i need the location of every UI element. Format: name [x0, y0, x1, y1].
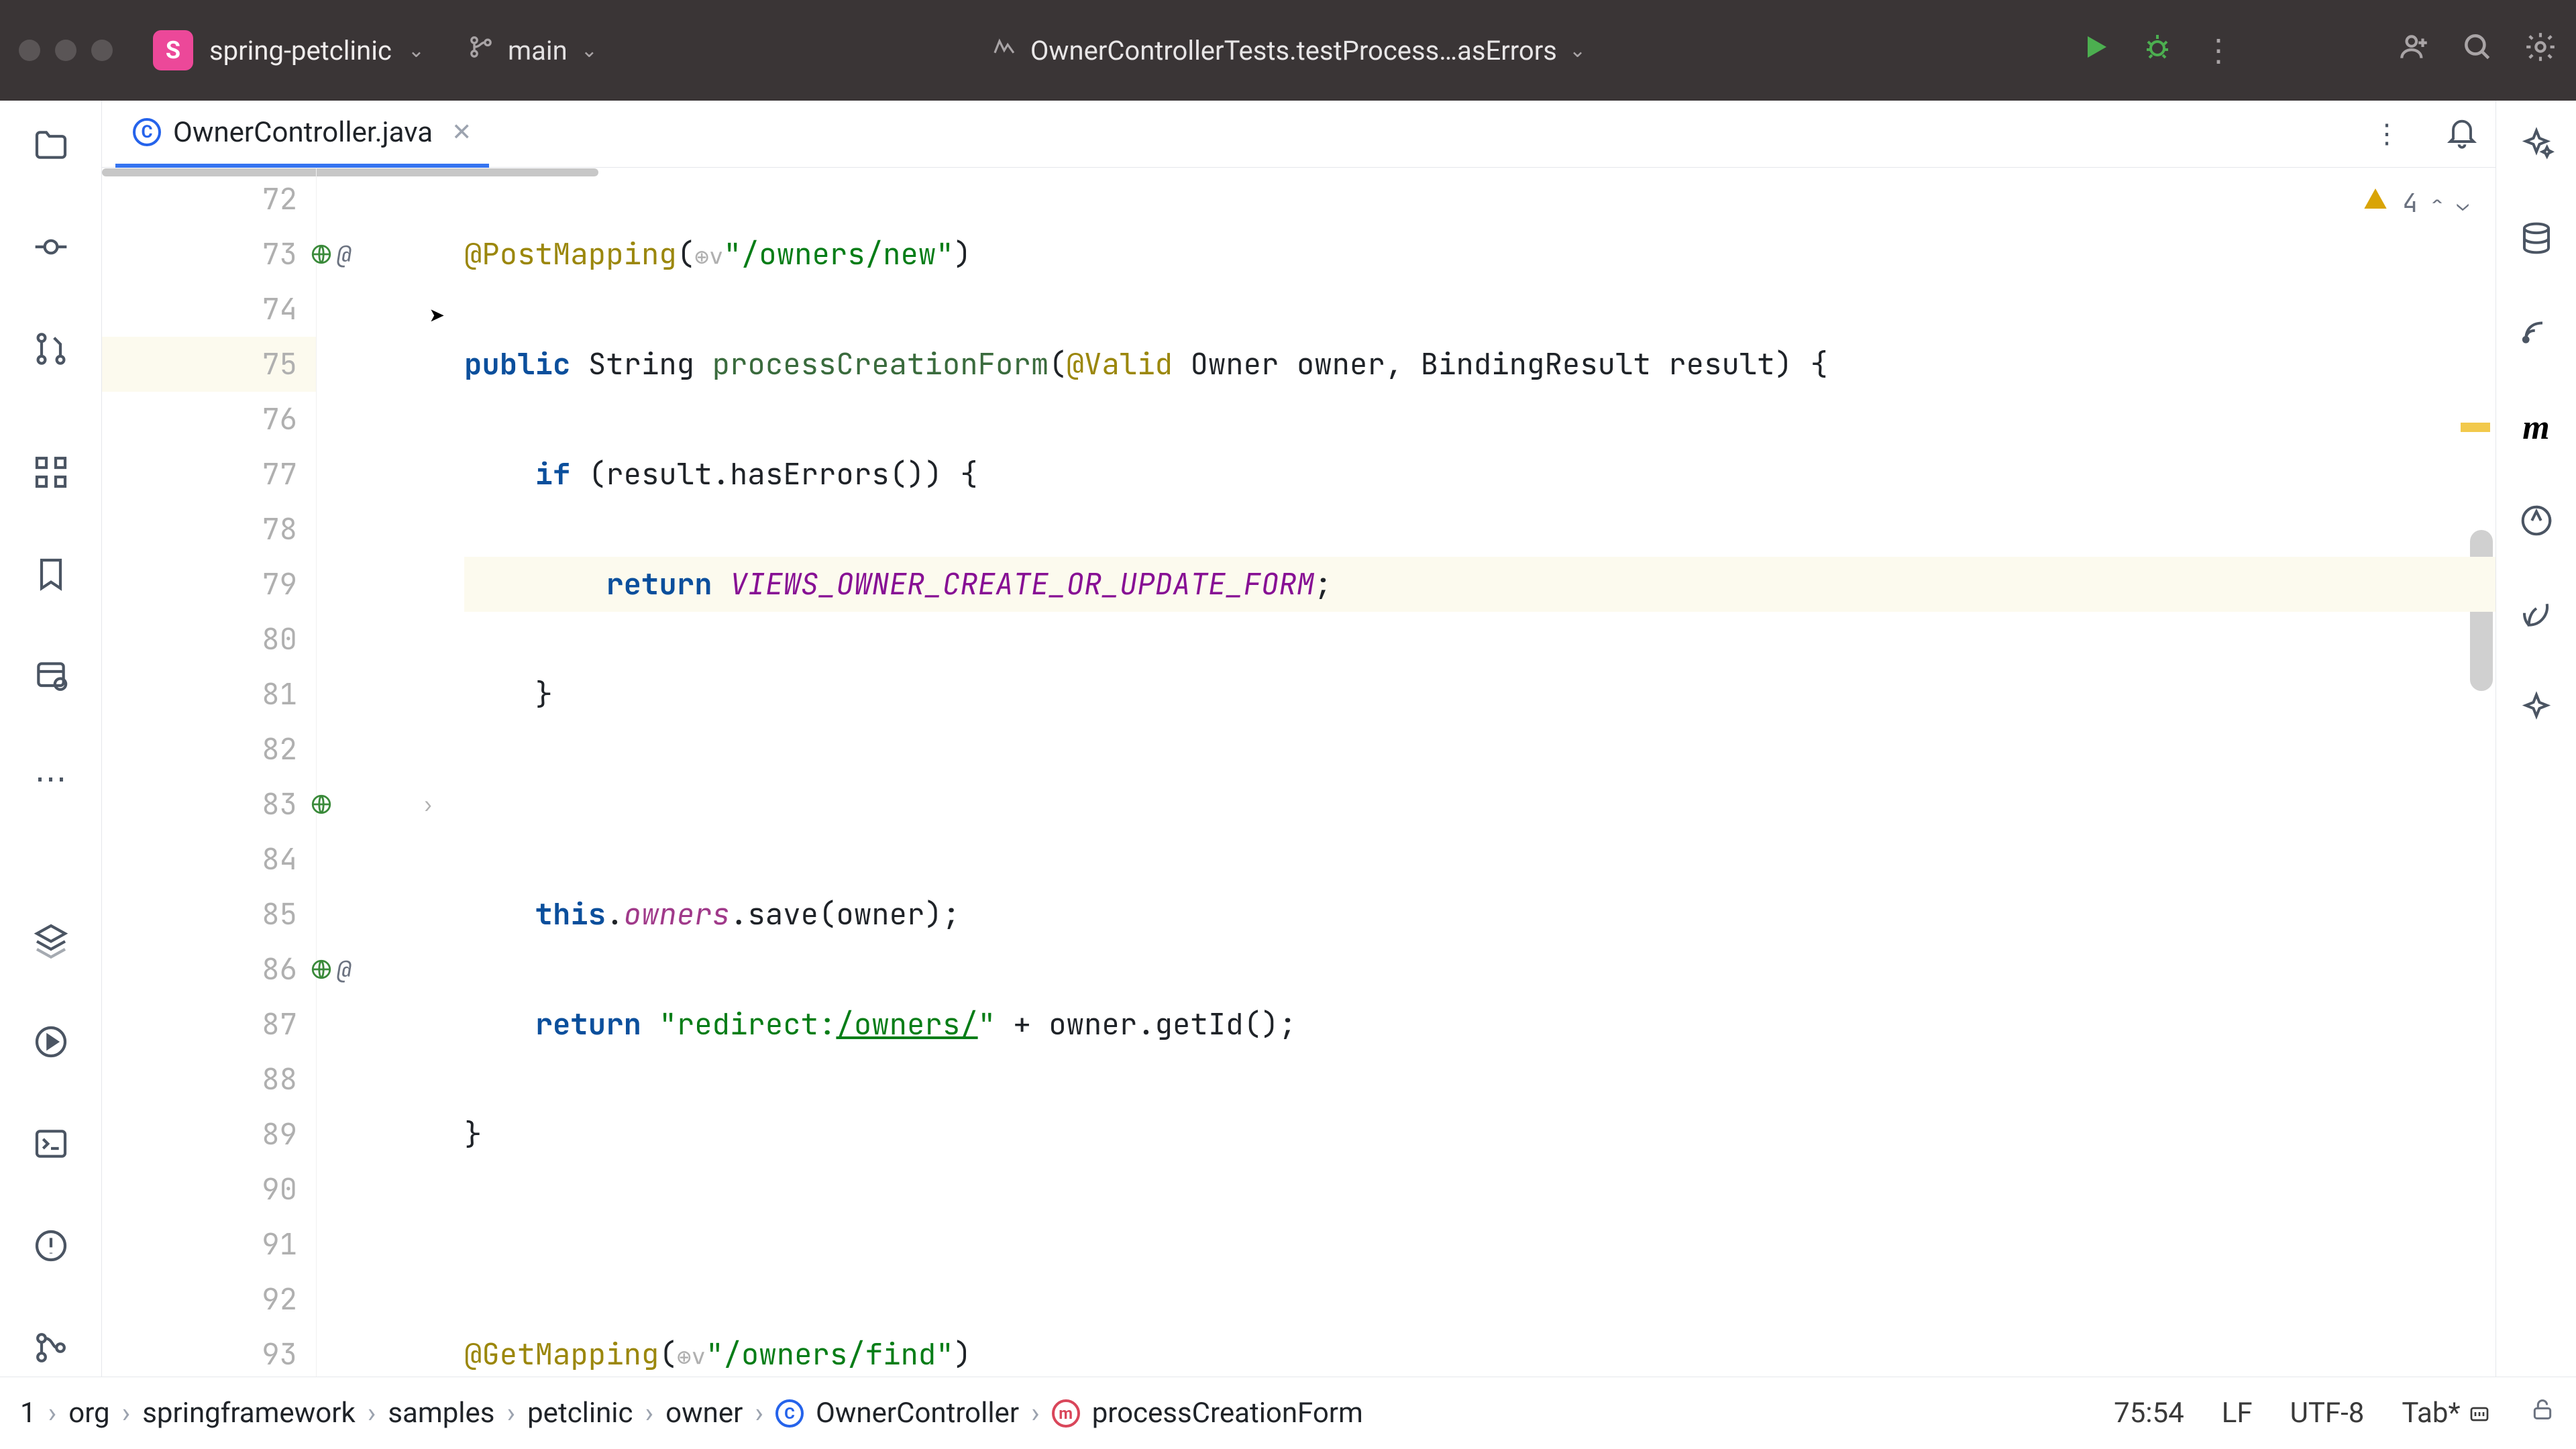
readonly-toggle-icon[interactable] — [2529, 1396, 2556, 1430]
java-class-icon: C — [133, 118, 161, 146]
status-right: 75:54 LF UTF-8 Tab* — [2114, 1396, 2556, 1430]
minimize-window-icon[interactable] — [55, 40, 76, 61]
spring-tool-icon[interactable] — [2518, 596, 2555, 635]
chevron-down-icon: ⌄ — [1569, 39, 1586, 62]
vcs-tool-icon[interactable] — [32, 1329, 70, 1369]
layers-tool-icon[interactable] — [32, 921, 70, 961]
debug-button[interactable] — [2141, 31, 2174, 70]
persistence-tool-icon[interactable] — [32, 657, 70, 698]
pull-requests-tool-icon[interactable] — [32, 330, 70, 370]
more-actions-button[interactable]: ⋮ — [2203, 32, 2234, 69]
java-class-icon: C — [775, 1399, 804, 1428]
editor-tab-row: C OwnerController.java ✕ ⋮ — [102, 101, 2496, 168]
run-config-name: OwnerControllerTests.testProcess…asError… — [1030, 35, 1557, 66]
database-tool-icon[interactable] — [2518, 220, 2555, 259]
branch-icon — [468, 34, 494, 67]
editor-gutter[interactable]: 72 73@ 74 75 76 77 78 79 80 81 82 83› 84… — [102, 168, 317, 1449]
tab-filename: OwnerController.java — [173, 116, 433, 149]
project-tool-icon[interactable] — [32, 126, 70, 166]
file-encoding[interactable]: UTF-8 — [2290, 1397, 2365, 1430]
breadcrumb-item[interactable]: petclinic — [527, 1397, 633, 1430]
terminal-tool-icon[interactable] — [32, 1125, 70, 1165]
run-config-icon — [990, 33, 1018, 68]
settings-button[interactable] — [2524, 30, 2557, 70]
commit-tool-icon[interactable] — [32, 228, 70, 268]
breadcrumb-item[interactable]: samples — [388, 1397, 494, 1430]
tab-more-icon[interactable]: ⋮ — [2373, 118, 2402, 150]
titlebar-right-actions: ⋮ — [2080, 30, 2557, 70]
close-window-icon[interactable] — [19, 40, 40, 61]
java-method-icon: m — [1052, 1399, 1080, 1428]
code-area[interactable]: @PostMapping(⊕∨"/owners/new") public Str… — [317, 168, 2496, 1449]
problems-tool-icon[interactable] — [32, 1227, 70, 1267]
run-button[interactable] — [2080, 31, 2112, 70]
breadcrumb-item[interactable]: processCreationForm — [1092, 1397, 1363, 1430]
project-selector[interactable]: S spring-petclinic ⌄ — [153, 30, 425, 70]
code-with-me-button[interactable] — [2398, 30, 2431, 70]
more-tools-icon[interactable]: ⋯ — [35, 759, 67, 798]
run-tool-icon[interactable] — [32, 1023, 70, 1063]
line-separator[interactable]: LF — [2222, 1397, 2253, 1430]
endpoints-tool-icon[interactable] — [2518, 314, 2555, 353]
breadcrumb-item[interactable]: 1 — [20, 1397, 36, 1430]
indent-settings[interactable]: Tab* — [2402, 1397, 2491, 1430]
zoom-window-icon[interactable] — [91, 40, 113, 61]
breadcrumb-item[interactable]: org — [68, 1397, 109, 1430]
code-editor[interactable]: 4 ⌃ ⌄ 72 73@ 74 75 76 77 78 79 80 81 82 … — [102, 168, 2496, 1449]
workspace: ⋯ C OwnerController.java ✕ ⋮ — [0, 101, 2576, 1449]
notifications-icon[interactable] — [2445, 115, 2479, 153]
breadcrumb-item[interactable]: owner — [665, 1397, 743, 1430]
breadcrumb-item[interactable]: springframework — [142, 1397, 355, 1430]
project-name: spring-petclinic — [209, 35, 392, 66]
ai-chat-tool-icon[interactable] — [2518, 690, 2555, 729]
window-controls — [19, 40, 113, 61]
branch-name: main — [508, 35, 568, 66]
breadcrumb-bar[interactable]: 1› org› springframework› samples› petcli… — [20, 1397, 1363, 1430]
title-bar: S spring-petclinic ⌄ main ⌄ OwnerControl… — [0, 0, 2576, 101]
breadcrumb-item[interactable]: OwnerController — [816, 1397, 1019, 1430]
run-config-selector[interactable]: OwnerControllerTests.testProcess…asError… — [990, 33, 1586, 68]
ai-assistant-icon[interactable] — [2518, 126, 2555, 165]
vcs-branch-selector[interactable]: main ⌄ — [468, 34, 598, 67]
editor-column: C OwnerController.java ✕ ⋮ 4 ⌃ ⌄ — [102, 101, 2496, 1449]
chevron-down-icon: ⌄ — [408, 39, 425, 62]
structure-tool-icon[interactable] — [32, 453, 70, 494]
chevron-down-icon: ⌄ — [581, 39, 598, 62]
search-everywhere-button[interactable] — [2461, 30, 2494, 70]
close-tab-icon[interactable]: ✕ — [451, 118, 472, 146]
status-bar: 1› org› springframework› samples› petcli… — [0, 1377, 2576, 1449]
caret-position[interactable]: 75:54 — [2114, 1397, 2184, 1430]
editor-tab[interactable]: C OwnerController.java ✕ — [115, 101, 489, 168]
maven-tool-icon[interactable]: m — [2522, 408, 2549, 447]
right-tool-strip: m — [2496, 101, 2576, 1449]
left-tool-strip: ⋯ — [0, 101, 102, 1449]
bookmarks-tool-icon[interactable] — [32, 555, 70, 596]
coverage-tool-icon[interactable] — [2518, 502, 2555, 541]
project-badge-icon: S — [153, 30, 193, 70]
